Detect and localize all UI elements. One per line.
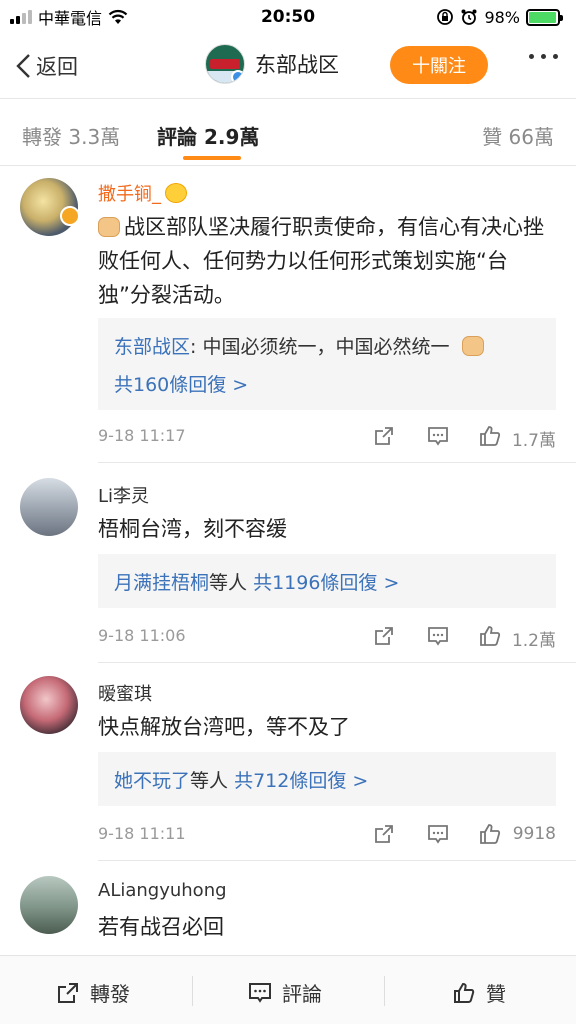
comment-icon[interactable] [426, 624, 450, 648]
avatar[interactable] [20, 676, 78, 734]
alarm-icon [461, 9, 477, 25]
tab-bar: 轉發 3.3萬 評論 2.9萬 贊 66萬 [0, 99, 576, 165]
reply-author[interactable]: 月满挂梧桐 [114, 572, 209, 594]
like-count: 1.2萬 [511, 631, 556, 651]
comment-time: 9-18 11:17 [98, 426, 186, 445]
like-count: 9918 [512, 824, 556, 844]
chevron-left-icon [16, 54, 30, 78]
like-count: 1.7萬 [511, 431, 556, 451]
comment-body: 战区部队坚决履行职责使命，有信心有决心挫败任何人、任何势力以任何形式策划实施“台… [98, 215, 544, 307]
comment-item: 撒手锏_ 战区部队坚决履行职责使命，有信心有决心挫败任何人、任何势力以任何形式策… [0, 166, 576, 466]
share-icon[interactable] [372, 424, 396, 448]
toolbar-divider [192, 976, 193, 1006]
repost-icon [58, 982, 78, 1003]
toolbar-divider [384, 976, 385, 1006]
reply-preview[interactable]: 月满挂梧桐等人 共1196條回復 > [114, 568, 399, 595]
repost-label: 轉發 [90, 982, 130, 1006]
like-icon[interactable] [478, 624, 502, 648]
reply-text: : 中国必须统一，中国必然统一 [190, 336, 450, 358]
cellular-signal-icon [10, 10, 32, 24]
fist-emoji-icon [461, 336, 484, 356]
battery-icon [526, 8, 563, 26]
crown-icon [165, 183, 187, 203]
reply-count-link[interactable]: 共1196條回復 > [253, 572, 399, 594]
follow-button[interactable]: 十關注 [390, 46, 488, 84]
battery-percent: 98% [484, 7, 520, 27]
repost-button[interactable]: 轉發 [56, 978, 130, 1007]
reply-preview-box[interactable]: 她不玩了等人 共712條回復 > [98, 752, 556, 806]
status-left: 中華電信 [10, 5, 128, 29]
comment-meta: 9-18 11:06 1.2萬 [98, 624, 556, 651]
like-icon[interactable] [478, 822, 502, 846]
like-label: 贊 [486, 982, 506, 1006]
comment-text: 战区部队坚决履行职责使命，有信心有决心挫败任何人、任何势力以任何形式策划实施“台… [98, 210, 558, 312]
comment-divider [98, 662, 576, 663]
comment-username[interactable]: 撒手锏_ [98, 180, 187, 206]
comment-time: 9-18 11:11 [98, 824, 186, 843]
avatar[interactable] [20, 478, 78, 536]
comment-text: 快点解放台湾吧，等不及了 [98, 715, 350, 739]
carrier-name: 中華電信 [38, 9, 103, 28]
tab-reposts[interactable]: 轉發 3.3萬 [22, 121, 120, 150]
account-name[interactable]: 东部战区 [255, 49, 339, 79]
comment-divider [98, 462, 576, 463]
comment-text: 若有战召必回 [98, 915, 224, 939]
status-right: 98% [436, 7, 563, 27]
comment-meta: 9-18 11:17 1.7萬 [98, 424, 556, 451]
comment-username[interactable]: ALiangyuhong [98, 880, 227, 901]
back-label: 返回 [36, 55, 78, 79]
comment-username[interactable]: 暧蜜琪 [98, 680, 152, 706]
comment-icon[interactable] [426, 424, 450, 448]
wifi-icon [108, 9, 128, 24]
nav-bar: 返回 东部战区 十關注 [0, 34, 576, 98]
comment-icon[interactable] [426, 822, 450, 846]
avatar-emblem [210, 59, 240, 69]
comment-username[interactable]: Li李灵 [98, 482, 149, 508]
username-text[interactable]: 撒手锏_ [98, 184, 161, 205]
reply-preview-box[interactable]: 月满挂梧桐等人 共1196條回復 > [98, 554, 556, 608]
like-button[interactable]: 贊 [452, 978, 506, 1007]
share-icon[interactable] [372, 624, 396, 648]
comment-label: 評論 [282, 982, 322, 1006]
account-header[interactable]: 东部战区 [205, 44, 339, 84]
comment-divider [98, 860, 576, 861]
bottom-toolbar: 轉發 評論 贊 [0, 955, 576, 1024]
verified-badge-icon [60, 206, 80, 226]
status-bar: 中華電信 20:50 98% [0, 0, 576, 34]
like-icon [454, 982, 475, 1003]
account-avatar[interactable] [205, 44, 245, 84]
active-tab-indicator [183, 156, 241, 160]
comment-text: 梧桐台湾，刻不容缓 [98, 517, 287, 541]
reply-count-link[interactable]: 共712條回復 > [234, 770, 368, 792]
like-icon[interactable] [478, 424, 502, 448]
comment-item: Li李灵 梧桐台湾，刻不容缓 月满挂梧桐等人 共1196條回復 > 9-18 1… [0, 466, 576, 664]
more-options-icon[interactable] [529, 54, 558, 59]
reply-preview[interactable]: 东部战区: 中国必须统一，中国必然统一 [114, 332, 488, 359]
reply-author[interactable]: 东部战区 [114, 336, 190, 358]
reply-preview-box[interactable]: 东部战区: 中国必须统一，中国必然统一 共160條回復 > [98, 318, 556, 410]
reply-suffix: 等人 [190, 770, 229, 792]
reply-count-link[interactable]: 共160條回復 > [114, 370, 248, 397]
reply-author[interactable]: 她不玩了 [114, 770, 190, 792]
rotation-lock-icon [437, 9, 454, 25]
reply-preview[interactable]: 她不玩了等人 共712條回復 > [114, 766, 368, 793]
tab-comments[interactable]: 評論 2.9萬 [157, 121, 259, 150]
back-button[interactable]: 返回 [14, 51, 78, 81]
comment-meta: 9-18 11:11 9918 [98, 822, 556, 846]
comment-item: ALiangyuhong 若有战召必回 [0, 862, 576, 955]
comment-icon [249, 982, 271, 1003]
fist-emoji-icon [98, 217, 120, 237]
avatar[interactable] [20, 876, 78, 934]
comment-time: 9-18 11:06 [98, 626, 186, 645]
comment-button[interactable]: 評論 [248, 978, 322, 1007]
verified-badge-icon [231, 70, 244, 83]
share-icon[interactable] [372, 822, 396, 846]
tab-likes[interactable]: 贊 66萬 [482, 121, 554, 150]
reply-suffix: 等人 [209, 572, 248, 594]
comment-item: 暧蜜琪 快点解放台湾吧，等不及了 她不玩了等人 共712條回復 > 9-18 1… [0, 664, 576, 862]
battery-level [529, 11, 557, 23]
